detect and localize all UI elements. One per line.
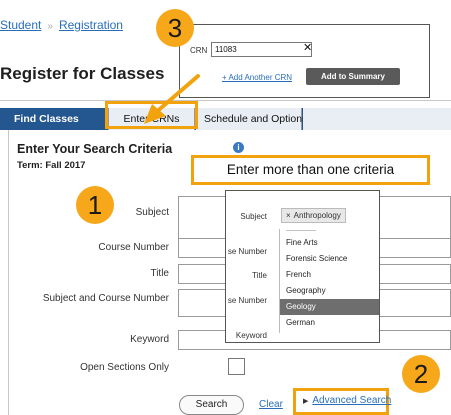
- callout-step-1: 1: [76, 186, 114, 224]
- tab-bar: Find Classes Enter CRNs Schedule and Opt…: [0, 108, 451, 130]
- keyword-label: Keyword: [130, 334, 169, 345]
- subject-option-list[interactable]: ————— Fine Arts Forensic Science French …: [279, 228, 379, 333]
- subject-option[interactable]: German: [280, 315, 379, 331]
- open-sections-label: Open Sections Only: [80, 362, 169, 373]
- tip-callout-box: Enter more than one criteria: [191, 155, 430, 185]
- option-scroll-edge: —————: [286, 228, 316, 234]
- subject-option-highlighted[interactable]: Geology: [280, 299, 379, 315]
- arrow-icon: [144, 74, 200, 124]
- tab-bar-filler: [303, 108, 451, 130]
- selected-subject-label: Anthropology: [293, 211, 341, 220]
- info-icon[interactable]: i: [233, 142, 244, 153]
- subject-label: Subject: [135, 207, 169, 218]
- breadcrumb-student-link[interactable]: Student: [0, 18, 41, 32]
- crn-entry-popup: CRN 11083 ✕ + Add Another CRN Add to Sum…: [179, 24, 430, 98]
- advanced-search-label: Advanced Search: [312, 395, 392, 406]
- title-label: Title: [150, 268, 169, 279]
- subject-option[interactable]: Geography: [280, 283, 379, 299]
- add-to-summary-button[interactable]: Add to Summary: [306, 68, 400, 85]
- subject-option[interactable]: Fine Arts: [280, 235, 379, 251]
- dropdown-title-label: Title: [252, 271, 267, 280]
- crn-input[interactable]: 11083: [211, 42, 312, 57]
- close-icon[interactable]: ✕: [303, 41, 312, 54]
- subject-option[interactable]: Forensic Science: [280, 251, 379, 267]
- advanced-search-link[interactable]: ▶ Advanced Search: [303, 395, 391, 406]
- dropdown-subject-label: Subject: [240, 212, 267, 221]
- subject-option[interactable]: French: [280, 267, 379, 283]
- search-criteria-heading: Enter Your Search Criteria: [17, 142, 173, 156]
- open-sections-checkbox[interactable]: [228, 358, 245, 375]
- callout-step-2: 2: [402, 355, 440, 393]
- tab-schedule-and-options[interactable]: Schedule and Options: [196, 108, 307, 130]
- subject-course-label: Subject and Course Number: [42, 293, 169, 304]
- clear-link[interactable]: Clear: [259, 399, 283, 410]
- dropdown-keyword-label: Keyword: [235, 331, 267, 340]
- selected-subject-chip[interactable]: × Anthropology: [281, 208, 346, 223]
- tab-find-classes[interactable]: Find Classes: [6, 108, 87, 130]
- triangle-right-icon: ▶: [303, 398, 309, 405]
- term-label: Term: Fall 2017: [17, 160, 86, 171]
- panel-border: [8, 130, 9, 415]
- crn-label: CRN: [190, 46, 208, 55]
- dropdown-subcourse-label: se Number: [227, 296, 267, 305]
- arrow-shaft: [152, 74, 200, 116]
- callout-step-3: 3: [156, 9, 194, 47]
- dropdown-course-label: se Number: [227, 247, 267, 256]
- remove-chip-icon[interactable]: ×: [286, 211, 291, 220]
- course-number-label: Course Number: [98, 242, 169, 253]
- breadcrumb-registration-link[interactable]: Registration: [59, 18, 123, 32]
- subject-dropdown-overlay: Subject se Number Title se Number Keywor…: [225, 190, 380, 343]
- breadcrumb-separator: »: [47, 21, 53, 32]
- add-another-crn-link[interactable]: + Add Another CRN: [222, 73, 292, 82]
- header-divider: [0, 100, 451, 101]
- search-button[interactable]: Search: [179, 395, 244, 415]
- breadcrumb: Student » Registration: [0, 18, 123, 32]
